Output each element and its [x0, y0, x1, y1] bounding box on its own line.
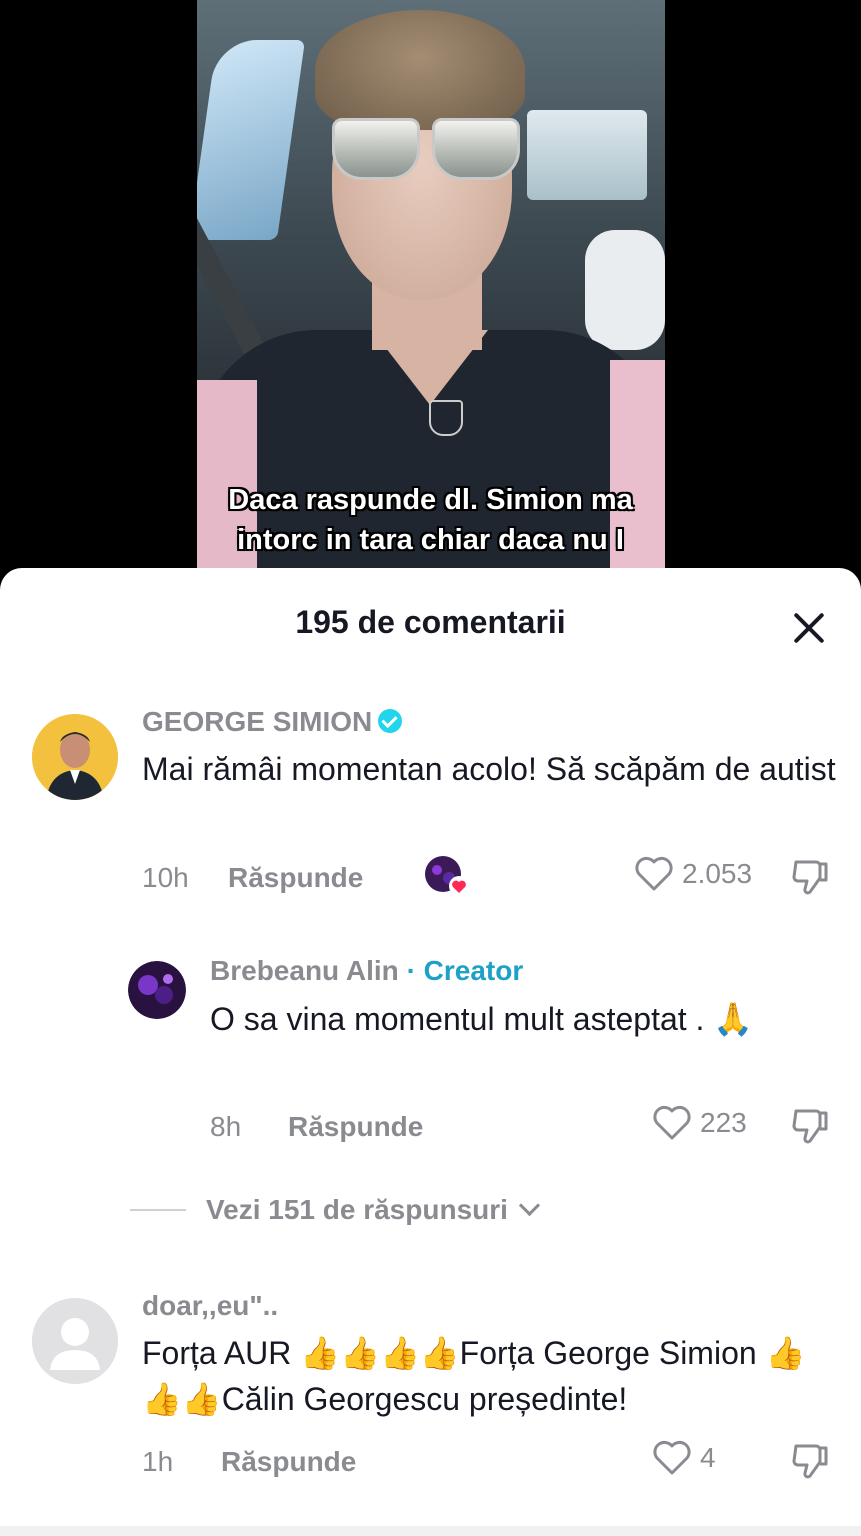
- comment-author-name: Brebeanu Alin: [210, 955, 399, 986]
- divider-line: [130, 1209, 186, 1211]
- hair: [315, 10, 525, 130]
- dislike-button[interactable]: [790, 1440, 830, 1485]
- comment-time: 1h: [142, 1446, 174, 1477]
- verified-badge-icon: [378, 708, 403, 733]
- shirt-collar: [372, 330, 488, 405]
- like-button[interactable]: 223: [652, 1105, 747, 1141]
- like-count: 2.053: [682, 858, 753, 889]
- comment-time: 8h: [210, 1111, 242, 1142]
- comments-sheet: 195 de comentarii GEORGE SIMION Mai rămâ…: [0, 568, 861, 1536]
- car-seat-pillow: [585, 230, 665, 350]
- view-replies-button[interactable]: Vezi 151 de răspunsuri: [130, 1194, 541, 1226]
- avatar[interactable]: [32, 1298, 118, 1384]
- dislike-button[interactable]: [790, 1105, 830, 1150]
- avatar[interactable]: [32, 714, 118, 800]
- reply-button[interactable]: Răspunde: [221, 1446, 356, 1478]
- comment-text: O sa vina momentul mult asteptat . 🙏: [210, 1001, 754, 1037]
- reply-button[interactable]: Răspunde: [288, 1111, 423, 1143]
- like-button[interactable]: 4: [652, 1440, 716, 1476]
- heart-icon: [653, 1440, 691, 1475]
- avatar[interactable]: [128, 961, 186, 1019]
- thumbs-down-icon: [792, 1444, 828, 1479]
- like-button[interactable]: 2.053: [634, 856, 752, 892]
- comment-author-name: GEORGE SIMION: [142, 706, 373, 737]
- comment-text: Mai rămâi momentan acolo! Să scăpăm de a…: [142, 751, 836, 787]
- video-player[interactable]: Daca raspunde dl. Simion ma intorc in ta…: [0, 0, 861, 600]
- chevron-down-icon: [518, 1194, 541, 1216]
- heart-icon: [635, 856, 673, 891]
- caption-line-2: intorc in tara chiar daca nu I: [237, 524, 624, 556]
- bottom-edge: [0, 1526, 861, 1536]
- comment-author[interactable]: Brebeanu Alin · Creator: [210, 955, 523, 987]
- reply-button[interactable]: Răspunde: [228, 862, 363, 894]
- like-count: 4: [700, 1442, 716, 1473]
- view-replies-label: Vezi 151 de răspunsuri: [206, 1194, 508, 1225]
- comment-text: Forța AUR 👍👍👍👍Forța George Simion 👍👍👍Căl…: [142, 1335, 806, 1417]
- comments-count-title: 195 de comentarii: [295, 604, 566, 640]
- comment-author-name: doar,,eu"..: [142, 1290, 279, 1321]
- comment-time: 10h: [142, 862, 189, 893]
- sunglasses: [332, 118, 520, 180]
- dislike-button[interactable]: [790, 856, 830, 901]
- heart-icon: [653, 1105, 691, 1140]
- car-window-rear: [527, 110, 647, 200]
- thumbs-down-icon: [792, 1109, 828, 1144]
- video-caption: Daca raspunde dl. Simion ma intorc in ta…: [0, 480, 861, 560]
- creator-tag: · Creator: [406, 955, 524, 986]
- comment-author[interactable]: doar,,eu"..: [142, 1290, 278, 1322]
- car-window-left: [197, 40, 306, 240]
- comment-author[interactable]: GEORGE SIMION: [142, 706, 403, 738]
- thumbs-down-icon: [792, 860, 828, 895]
- creator-liked-avatar: [425, 856, 469, 896]
- shirt-badge: [429, 400, 463, 436]
- close-icon[interactable]: [790, 608, 828, 646]
- like-count: 223: [700, 1107, 747, 1138]
- caption-line-1: Daca raspunde dl. Simion ma: [228, 484, 633, 516]
